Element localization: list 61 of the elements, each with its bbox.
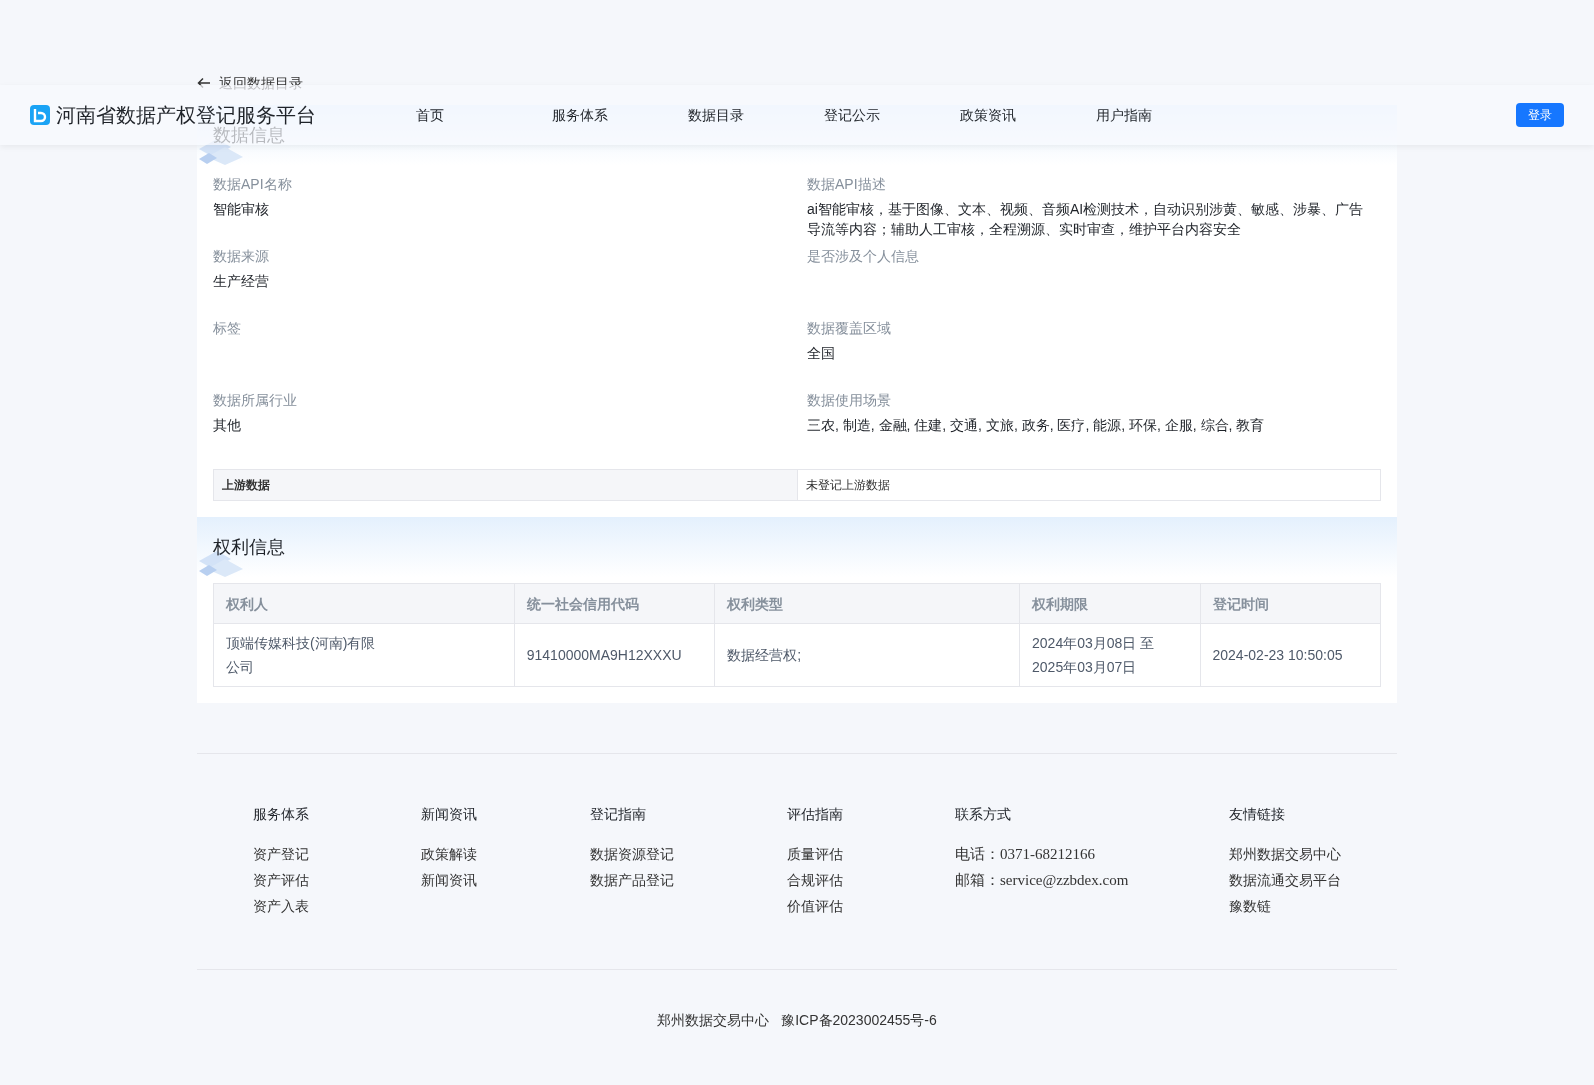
footer-link[interactable]: 政策解读 [421, 846, 477, 862]
table-cell: 2024年03月08日 至 2025年03月07日 [1019, 623, 1200, 687]
footer-heading: 联系方式 [955, 805, 1012, 824]
field-value: ai智能审核，基于图像、文本、视频、音频AI检测技术，自动识别涉黄、敏感、涉暴、广告导流等内容；辅助人工审核，全程溯源、实时审查，维护平台内容安全 [807, 200, 1365, 239]
table-cell: 顶端传媒科技(河南)有限公司 [213, 623, 515, 687]
field-value: 智能审核 [213, 200, 270, 219]
footer-link[interactable]: 电话：0371-68212166 [955, 846, 1095, 862]
footer-link[interactable]: 数据资源登记 [590, 846, 674, 862]
footer-link[interactable]: 豫数链 [1229, 898, 1271, 914]
column-header: 登记时间 [1200, 583, 1381, 624]
table-cell-text: 未登记上游数据 [805, 477, 891, 494]
column-header: 权利人 [213, 583, 515, 624]
field-value: 其他 [213, 416, 242, 435]
back-link[interactable]: 返回数据目录 [219, 73, 303, 93]
field-label: 数据API名称 [213, 175, 293, 194]
copyright-text: 豫ICP备2023002455号-6 [781, 1011, 937, 1030]
section-title: 权利信息 [213, 536, 285, 559]
logo-icon [30, 105, 50, 125]
field-value: 全国 [807, 344, 836, 363]
nav-link[interactable]: 用户指南 [1096, 105, 1232, 125]
site-title: 河南省数据产权登记服务平台 [56, 103, 317, 126]
nav-link[interactable]: 数据目录 [688, 105, 824, 125]
column-header: 统一社会信用代码 [514, 583, 715, 624]
footer-heading: 服务体系 [253, 805, 310, 824]
footer-link[interactable]: 数据产品登记 [590, 872, 674, 888]
field-label: 数据所属行业 [213, 391, 298, 410]
field-label: 是否涉及个人信息 [807, 247, 920, 266]
table-header-cell: 上游数据 [214, 470, 798, 500]
nav-link[interactable]: 服务体系 [552, 105, 688, 125]
table-cell: 2024-02-23 10:50:05 [1200, 623, 1381, 687]
footer-link[interactable]: 合规评估 [787, 872, 843, 888]
footer-heading: 评估指南 [787, 805, 844, 824]
field-label: 数据使用场景 [807, 391, 892, 410]
login-button[interactable]: 登录 [1516, 103, 1564, 127]
field-value: 生产经营 [213, 272, 270, 291]
footer-link[interactable]: 价值评估 [787, 898, 843, 914]
footer-link[interactable]: 资产评估 [253, 872, 309, 888]
footer-link[interactable]: 数据流通交易平台 [1229, 872, 1341, 888]
nav-link[interactable]: 登记公示 [824, 105, 960, 125]
copyright-text: 郑州数据交易中心 [657, 1011, 770, 1030]
section-title: 数据信息 [213, 125, 285, 147]
table-cell: 91410000MA9H12XXXU [514, 623, 715, 687]
field-label: 数据覆盖区域 [807, 319, 892, 338]
footer-link[interactable]: 质量评估 [787, 846, 843, 862]
footer-heading: 登记指南 [590, 805, 647, 824]
table-cell: 数据经营权; [714, 623, 1020, 687]
footer-heading: 友情链接 [1229, 805, 1286, 824]
field-value: 三农, 制造, 金融, 住建, 交通, 文旅, 政务, 医疗, 能源, 环保, 企服, 综合, 教育 [807, 416, 1266, 435]
field-label: 数据来源 [213, 247, 270, 266]
field-label: 标签 [213, 319, 242, 338]
footer-link[interactable]: 邮箱：service@zzbdex.com [955, 872, 1129, 888]
column-header: 权利期限 [1019, 583, 1200, 624]
footer-link[interactable]: 郑州数据交易中心 [1229, 846, 1341, 862]
column-header: 权利类型 [714, 583, 1020, 624]
footer-link[interactable]: 资产登记 [253, 846, 309, 862]
footer-link[interactable]: 资产入表 [253, 898, 309, 914]
footer-link[interactable]: 新闻资讯 [421, 872, 477, 888]
nav-link[interactable]: 政策资讯 [960, 105, 1096, 125]
footer-heading: 新闻资讯 [421, 805, 478, 824]
nav-link[interactable]: 首页 [416, 105, 552, 125]
field-label: 数据API描述 [807, 175, 887, 194]
